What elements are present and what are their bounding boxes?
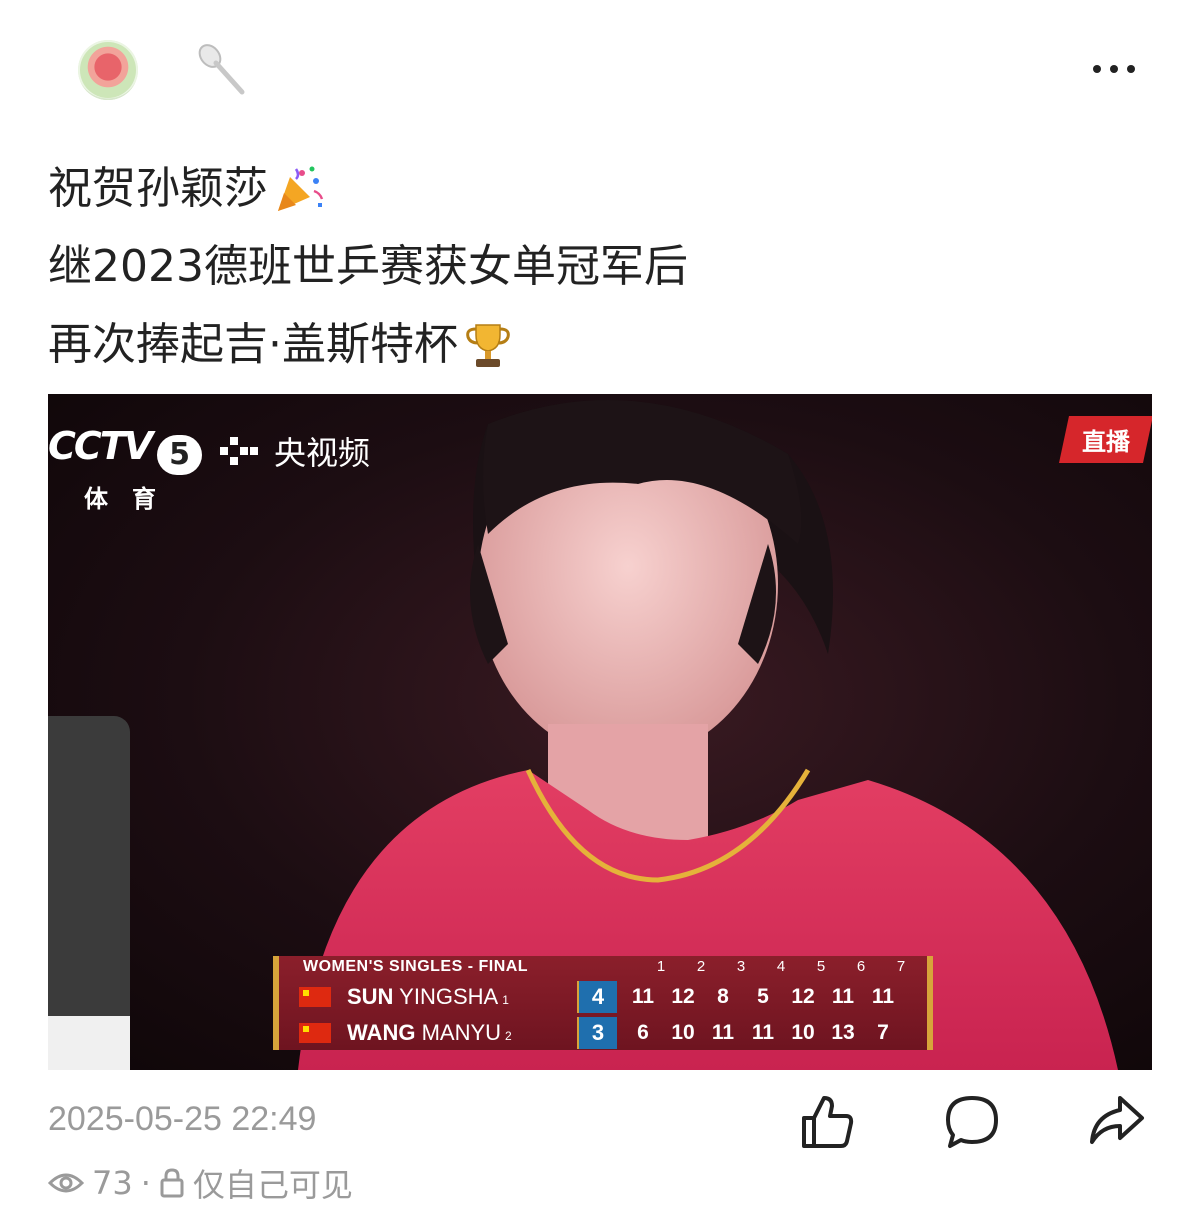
player-surname: SUN [347,984,394,1009]
game-number: 5 [816,958,826,975]
share-icon[interactable] [1084,1090,1148,1154]
player-given: MANYU [421,1020,502,1045]
china-flag-icon [299,1023,331,1043]
player-seed: 1 [502,993,509,1007]
user-avatar[interactable] [78,40,138,100]
party-popper-icon [278,166,324,211]
platform-logo: 央视频 [216,428,370,474]
sets-won: 3 [577,1017,617,1049]
eye-icon [48,1173,84,1193]
more-icon [1093,65,1101,73]
post-line-1: 祝贺孙颖莎 [48,150,1148,228]
game-scores: 6 10 11 11 10 13 7 [623,1021,903,1045]
game-score: 12 [671,985,695,1008]
post-line-text: 再次捧起吉·盖斯特杯 [48,319,458,370]
channel-logo: CCTV 5 体育 [48,424,202,514]
game-score: 11 [831,985,855,1008]
game-number: 2 [696,958,706,975]
lock-icon [160,1168,184,1198]
post-line-2: 继2023德班世乒赛获女单冠军后 [48,228,1148,306]
game-number: 7 [896,958,906,975]
player-row-wang: WANG MANYU 2 3 6 10 11 11 10 13 7 [299,1016,903,1050]
player-name: SUN YINGSHA 1 [347,984,577,1010]
post-header [0,0,1200,130]
game-score: 11 [631,985,655,1008]
separator: · [140,1164,151,1202]
trophy-icon [466,324,510,367]
channel-sub: 体育 [84,484,180,513]
game-score: 10 [671,1021,695,1044]
game-score: 7 [877,1021,889,1044]
post-line-3: 再次捧起吉·盖斯特杯 [48,306,1148,384]
channel-name: CCTV [48,424,153,468]
game-score: 11 [871,985,895,1008]
scoreboard: WOMEN'S SINGLES - FINAL 1 2 3 4 5 6 7 SU… [273,956,933,1050]
game-number: 3 [736,958,746,975]
live-badge: 直播 [1059,416,1152,463]
china-flag-icon [299,987,331,1007]
more-dot [1127,65,1135,73]
game-score: 6 [637,1021,649,1044]
post-video[interactable]: CCTV 5 体育 央视频 直播 WOMEN'S SINGLES - FINAL … [48,394,1152,1070]
scoreboard-title: WOMEN'S SINGLES - FINAL [303,958,529,975]
channel-number: 5 [157,434,202,475]
game-score: 12 [791,985,815,1008]
game-number: 6 [856,958,866,975]
game-number: 1 [656,958,666,975]
post-line-text: 继2023德班世乒赛获女单冠军后 [48,241,688,292]
post-line-text: 祝贺孙颖莎 [48,163,268,214]
comment-icon[interactable] [940,1090,1004,1154]
game-score: 13 [831,1021,855,1044]
game-score: 8 [717,985,729,1008]
spoon-icon [198,44,245,95]
action-bar [0,1090,1200,1154]
like-icon[interactable] [796,1090,860,1154]
game-number: 4 [776,958,786,975]
player-row-sun: SUN YINGSHA 1 4 11 12 8 5 12 11 11 [299,980,903,1014]
side-panel-tab[interactable] [48,1016,130,1070]
side-panel [48,716,130,1070]
game-scores: 11 12 8 5 12 11 11 [623,985,903,1009]
player-seed: 2 [505,1029,512,1043]
player-given: YINGSHA [399,984,499,1009]
player-name: WANG MANYU 2 [347,1020,577,1046]
visibility-label[interactable]: 仅自己可见 [193,1160,353,1206]
post-stats: 73 · 仅自己可见 [48,1160,353,1206]
sets-won: 4 [577,981,617,1013]
live-badge-text: 直播 [1082,428,1130,456]
game-score: 11 [711,1021,735,1044]
player-surname: WANG [347,1020,416,1045]
game-score: 11 [751,1021,775,1044]
post-body: 祝贺孙颖莎 继2023德班世乒赛获女单冠军后 再次捧起吉·盖斯特杯 [48,150,1148,384]
view-count: 73 [92,1164,133,1202]
more-options-button[interactable] [1088,55,1140,83]
more-dot [1110,65,1118,73]
platform-name: 央视频 [274,434,371,472]
game-score: 10 [791,1021,815,1044]
game-numbers: 1 2 3 4 5 6 7 [641,958,921,975]
platform-icon [220,437,258,465]
game-score: 5 [757,985,769,1008]
